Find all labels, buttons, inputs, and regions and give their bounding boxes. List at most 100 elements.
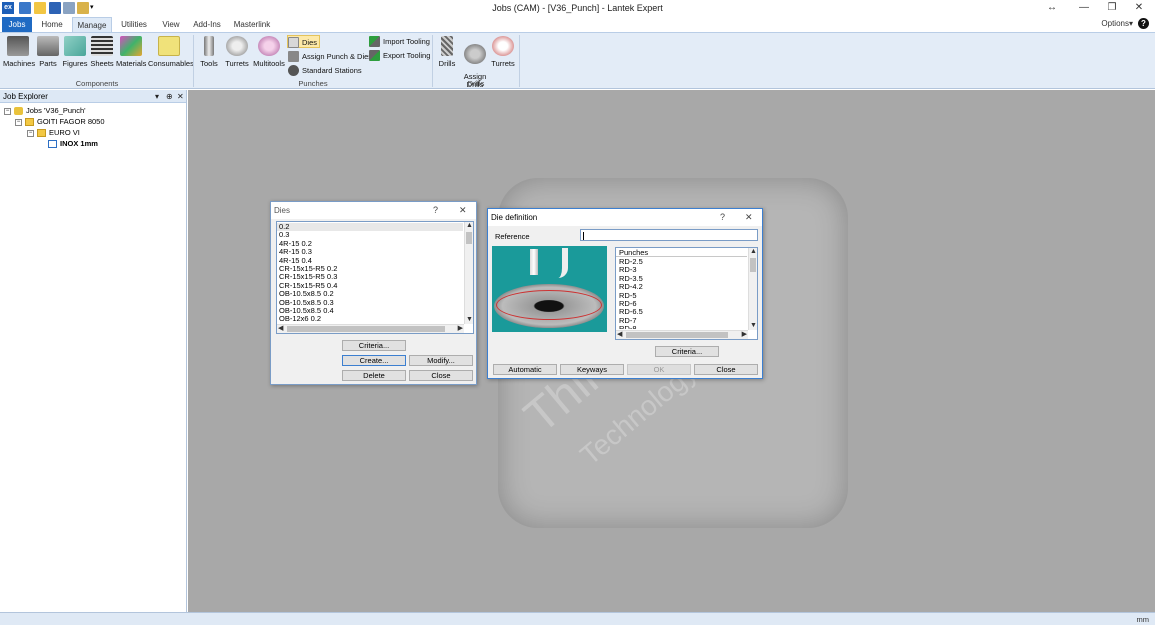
criteria-button[interactable]: Criteria... — [342, 340, 406, 351]
pin-icon[interactable]: ⊕ — [166, 90, 173, 103]
multitools-icon — [258, 36, 280, 56]
tree-item-sheet[interactable]: INOX 1mm — [48, 138, 98, 149]
materials-icon — [120, 36, 142, 56]
die-definition-dialog-title: Die definition ? ✕ — [488, 209, 762, 226]
scroll-thumb[interactable] — [626, 332, 728, 338]
tree-item-material[interactable]: − EURO VI — [27, 127, 80, 138]
collapse-icon[interactable]: − — [27, 129, 34, 137]
drill-turrets-button[interactable]: Turrets — [490, 36, 516, 68]
multitools-button[interactable]: Multitools — [252, 36, 286, 68]
figures-icon — [64, 36, 86, 56]
vertical-scrollbar[interactable]: ▲ ▼ — [464, 222, 473, 324]
dies-icon — [288, 37, 299, 48]
tab-home[interactable]: Home — [37, 17, 67, 32]
tab-jobs[interactable]: Jobs — [2, 17, 32, 32]
close-button[interactable]: Close — [409, 370, 473, 381]
machines-button[interactable]: Machines — [3, 36, 35, 68]
import-tooling-button[interactable]: Import Tooling — [369, 35, 430, 48]
die-outline — [496, 290, 602, 320]
keyways-button[interactable]: Keyways — [560, 364, 624, 375]
ok-button[interactable]: OK — [627, 364, 691, 375]
collapse-icon[interactable]: − — [15, 118, 22, 126]
create-button[interactable]: Create... — [342, 355, 406, 366]
ribbon-tabs: Jobs Home Manage Utilities View Add-Ins … — [0, 17, 1155, 32]
tab-manage[interactable]: Manage — [72, 17, 112, 32]
minimize-button[interactable]: — — [1070, 1, 1098, 15]
turrets-button[interactable]: Turrets — [223, 36, 251, 68]
scroll-up-icon[interactable]: ▲ — [466, 222, 473, 230]
job-explorer-title: Job Explorer — [3, 92, 48, 101]
help-icon[interactable]: ? — [1138, 18, 1149, 29]
scroll-down-icon[interactable]: ▼ — [750, 322, 757, 330]
ribbon: Machines Parts Figures Sheets Materials … — [0, 32, 1155, 89]
tools-label: Tools — [200, 59, 218, 68]
parts-icon — [37, 36, 59, 56]
help-icon[interactable]: ? — [433, 202, 438, 219]
reference-input[interactable] — [580, 229, 758, 241]
consumables-icon — [158, 36, 180, 56]
modify-button[interactable]: Modify... — [409, 355, 473, 366]
export-tooling-button[interactable]: Export Tooling — [369, 49, 430, 62]
scroll-right-icon[interactable]: ▶ — [458, 325, 463, 333]
tree-item-machine[interactable]: − GOITI FAGOR 8050 — [15, 116, 105, 127]
help-icon[interactable]: ? — [720, 209, 725, 226]
vertical-scrollbar[interactable]: ▲ ▼ — [748, 248, 757, 330]
resize-icon[interactable]: ↔ — [1038, 1, 1066, 15]
drills-icon — [441, 36, 453, 56]
consumables-button[interactable]: Consumables — [148, 36, 194, 68]
criteria-button[interactable]: Criteria... — [655, 346, 719, 357]
turrets-icon — [226, 36, 248, 56]
scroll-right-icon[interactable]: ▶ — [742, 331, 747, 339]
horizontal-scrollbar[interactable]: ◀ ▶ — [277, 324, 464, 333]
panel-menu-icon[interactable]: ▾ — [155, 90, 159, 103]
tab-add-ins[interactable]: Add-Ins — [190, 17, 224, 32]
figures-button[interactable]: Figures — [62, 36, 88, 68]
options-button[interactable]: Options▾ — [1101, 19, 1133, 28]
tab-view[interactable]: View — [158, 17, 184, 32]
sheets-icon — [91, 36, 113, 56]
punches-list[interactable]: Punches RD-2.5 RD-3 RD-3.5 RD-4.2 RD-5 R… — [615, 247, 758, 340]
materials-label: Materials — [116, 59, 147, 68]
status-bar: mm — [0, 612, 1155, 625]
scroll-thumb[interactable] — [287, 326, 445, 332]
import-tooling-label: Import Tooling — [383, 37, 430, 46]
scroll-left-icon[interactable]: ◀ — [617, 331, 622, 339]
panel-close-icon[interactable]: ✕ — [177, 90, 184, 103]
standard-stations-button[interactable]: Standard Stations — [288, 64, 362, 77]
parts-button[interactable]: Parts — [36, 36, 60, 68]
tab-utilities[interactable]: Utilities — [116, 17, 152, 32]
list-item[interactable]: 0.2 — [277, 222, 463, 232]
dies-button[interactable]: Dies — [287, 35, 321, 48]
scroll-down-icon[interactable]: ▼ — [466, 316, 473, 324]
list-item[interactable]: RD-8 — [617, 325, 747, 329]
dies-dialog-title: Dies ? ✕ — [271, 202, 476, 219]
drills-button[interactable]: Drills — [436, 36, 458, 68]
list-item[interactable]: RD-7 — [617, 316, 747, 325]
assign-punch-dies-button[interactable]: Assign Punch & Dies — [288, 50, 372, 63]
assign-punch-dies-icon — [288, 51, 299, 62]
restore-button[interactable]: ❐ — [1098, 1, 1126, 15]
close-button[interactable]: ✕ — [1125, 1, 1153, 15]
tab-masterlink[interactable]: Masterlink — [230, 17, 274, 32]
close-icon[interactable]: ✕ — [745, 209, 753, 226]
dies-list[interactable]: 0.2 0.3 4R-15 0.2 4R-15 0.3 4R-15 0.4 CR… — [276, 221, 474, 334]
scroll-left-icon[interactable]: ◀ — [278, 325, 283, 333]
scroll-up-icon[interactable]: ▲ — [750, 248, 757, 256]
scroll-thumb[interactable] — [750, 258, 756, 272]
multitools-label: Multitools — [253, 59, 285, 68]
list-item[interactable]: OB-12x6 0.2 — [277, 314, 463, 323]
drills-group-label: Drills — [467, 79, 485, 88]
delete-button[interactable]: Delete — [342, 370, 406, 381]
collapse-icon[interactable]: − — [4, 107, 11, 115]
horizontal-scrollbar[interactable]: ◀ ▶ — [616, 330, 748, 339]
tree-item-job[interactable]: − Jobs 'V36_Punch' — [4, 105, 86, 116]
tools-button[interactable]: Tools — [198, 36, 220, 68]
automatic-button[interactable]: Automatic — [493, 364, 557, 375]
close-button[interactable]: Close — [694, 364, 758, 375]
punches-column-header[interactable]: Punches — [616, 248, 747, 257]
sheet-icon — [48, 140, 57, 149]
materials-button[interactable]: Materials — [116, 36, 146, 68]
close-icon[interactable]: ✕ — [459, 202, 467, 219]
scroll-thumb[interactable] — [466, 232, 472, 244]
sheets-button[interactable]: Sheets — [90, 36, 114, 68]
